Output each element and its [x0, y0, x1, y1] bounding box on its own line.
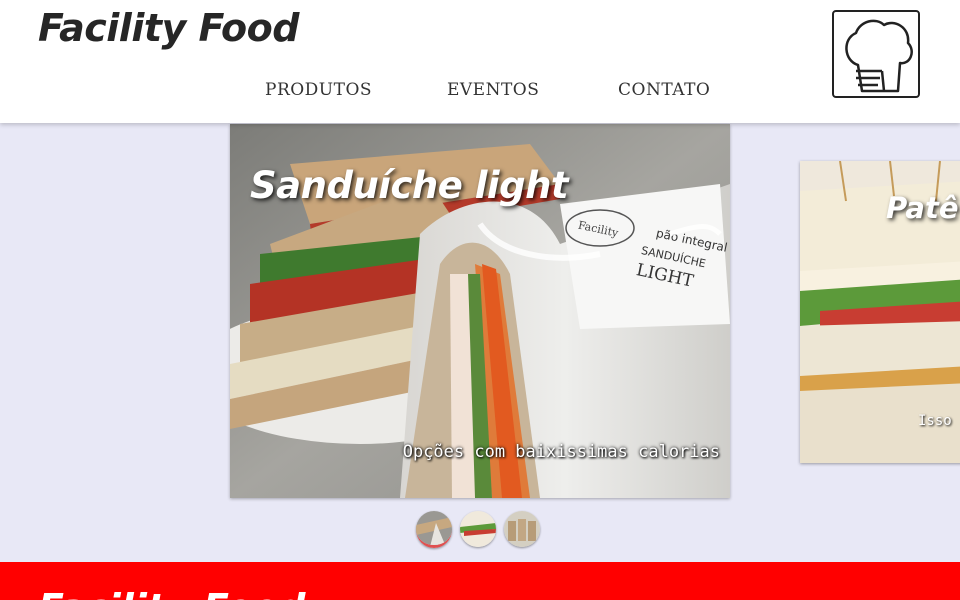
footer-brand: Facility Food: [38, 586, 305, 600]
footer: Facility Food: [0, 562, 960, 600]
header: Facility Food PRODUTOS EVENTOS CONTATO: [0, 0, 960, 123]
nav-contato[interactable]: CONTATO: [618, 80, 710, 100]
thumb-sandwich-light: [416, 511, 452, 545]
brand-title[interactable]: Facility Food: [38, 6, 299, 50]
slide-caption: Opções com baixissimas calorias: [402, 442, 720, 462]
side-slide-title: Patê: [886, 191, 959, 225]
logo-button[interactable]: [832, 10, 920, 98]
side-slide-caption: Isso: [918, 413, 952, 429]
thumb-sandwich-tray: [504, 511, 540, 547]
carousel-indicator-2[interactable]: [460, 511, 496, 547]
nav-eventos[interactable]: EVENTOS: [447, 80, 618, 100]
carousel-indicator-1[interactable]: [416, 511, 452, 548]
nav-produtos[interactable]: PRODUTOS: [265, 80, 447, 100]
main-nav: PRODUTOS EVENTOS CONTATO: [265, 80, 710, 100]
carousel-indicators: [416, 511, 540, 548]
thumb-sandwich-pate: [460, 511, 496, 547]
carousel-indicator-3[interactable]: [504, 511, 540, 547]
carousel-slide-next[interactable]: Patê Isso: [800, 161, 960, 463]
slide-title: Sanduíche light: [250, 164, 569, 207]
carousel-slide-active[interactable]: Facility pão integral SANDUÍCHE LIGHT Sa…: [230, 124, 730, 498]
chef-hat-icon: [845, 19, 913, 93]
